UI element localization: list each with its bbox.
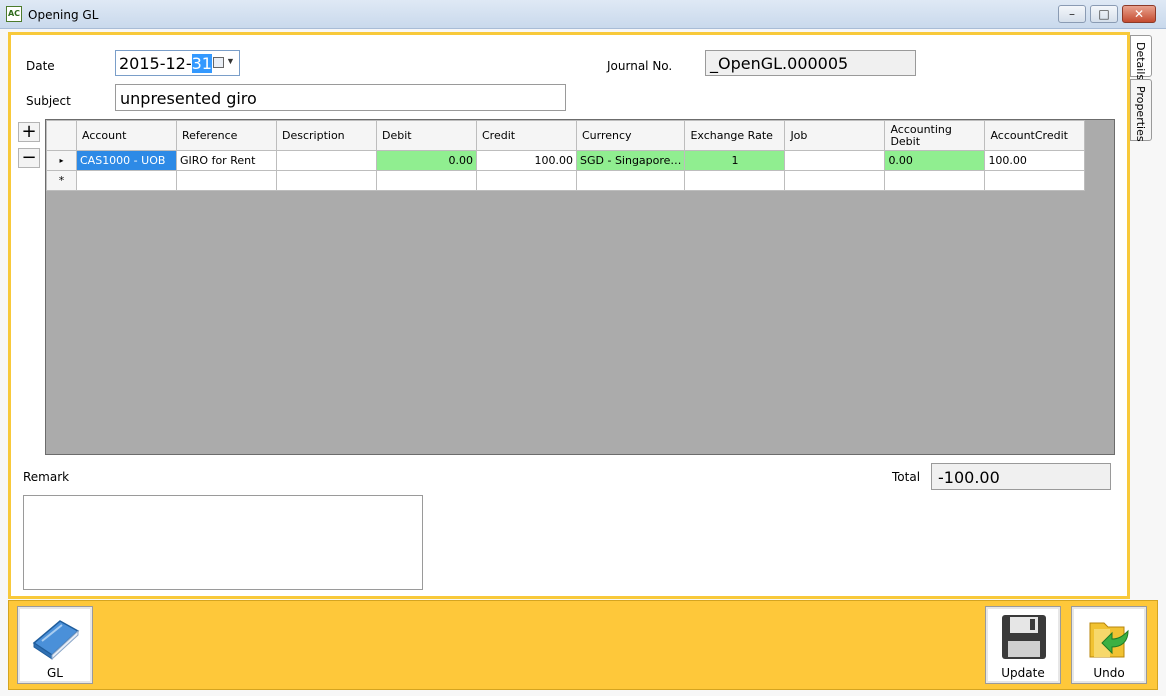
minimize-button[interactable]: –	[1058, 5, 1086, 23]
total-value: -100.00	[938, 468, 1000, 487]
close-button[interactable]: ✕	[1122, 5, 1156, 23]
gl-button-label: GL	[47, 666, 63, 680]
title-bar: AC Opening GL – □ ✕	[0, 0, 1166, 29]
row-header-corner	[46, 120, 77, 151]
journal-value: _OpenGL.000005	[710, 54, 849, 73]
cell-accounting-debit[interactable]: 0.00	[884, 150, 986, 171]
cell-debit[interactable]: 0.00	[376, 150, 477, 171]
date-label: Date	[26, 59, 55, 73]
action-bar: GL Update Undo	[8, 600, 1158, 690]
new-cell[interactable]	[575, 170, 686, 191]
undo-button[interactable]: Undo	[1071, 606, 1147, 684]
new-cell[interactable]	[376, 170, 477, 191]
window-title: Opening GL	[28, 8, 99, 22]
tab-details[interactable]: Details	[1130, 35, 1152, 81]
row-indicator[interactable]: ▸	[46, 150, 77, 171]
col-header-reference[interactable]: Reference	[176, 120, 277, 151]
subject-value: unpresented giro	[120, 89, 257, 108]
minimize-icon: –	[1069, 7, 1075, 21]
col-header-exchange-rate[interactable]: Exchange Rate	[684, 120, 786, 151]
save-icon	[1002, 615, 1046, 659]
calendar-icon[interactable]	[213, 57, 224, 68]
new-cell[interactable]	[984, 170, 1086, 191]
gl-button[interactable]: GL	[17, 606, 93, 684]
window-body: Date 2015-12-31 ▼ Subject unpresented gi…	[0, 29, 1166, 696]
new-cell[interactable]	[276, 170, 377, 191]
cell-credit[interactable]: 100.00	[476, 150, 577, 171]
chevron-down-icon[interactable]: ▼	[226, 56, 235, 66]
col-header-job[interactable]: Job	[784, 120, 886, 151]
tab-properties[interactable]: Properties	[1130, 79, 1152, 142]
col-header-currency[interactable]: Currency	[575, 120, 686, 151]
update-button-label: Update	[1001, 666, 1045, 680]
side-tabs: Details Properties	[1130, 35, 1152, 599]
cell-description[interactable]	[276, 150, 377, 171]
new-cell[interactable]	[176, 170, 277, 191]
col-header-account[interactable]: Account	[76, 120, 177, 151]
maximize-button[interactable]: □	[1090, 5, 1118, 23]
undo-button-label: Undo	[1093, 666, 1125, 680]
total-field: -100.00	[931, 463, 1111, 490]
tab-properties-label: Properties	[1134, 86, 1147, 142]
journal-label: Journal No.	[607, 59, 673, 73]
app-icon: AC	[6, 6, 22, 22]
tab-details-label: Details	[1134, 42, 1147, 81]
remark-textarea[interactable]	[23, 495, 423, 590]
add-row-button[interactable]: +	[18, 122, 40, 142]
date-value[interactable]: 2015-12-31	[119, 54, 212, 73]
new-cell[interactable]	[76, 170, 177, 191]
col-header-accounting-debit[interactable]: Accounting Debit	[884, 120, 986, 151]
total-label: Total	[892, 470, 921, 484]
cell-exchange-rate[interactable]: 1	[684, 150, 786, 171]
remove-row-button[interactable]: −	[18, 148, 40, 168]
book-icon	[32, 620, 80, 661]
date-value-selected: 31	[191, 54, 212, 73]
date-value-prefix: 2015-12-	[119, 54, 192, 73]
new-row-indicator[interactable]: *	[46, 170, 77, 191]
new-cell[interactable]	[476, 170, 577, 191]
journal-grid[interactable]: Account Reference Description Debit Cred…	[45, 119, 1115, 455]
details-panel: Date 2015-12-31 ▼ Subject unpresented gi…	[8, 32, 1130, 599]
cell-reference[interactable]: GIRO for Rent	[176, 150, 277, 171]
subject-input[interactable]: unpresented giro	[115, 84, 566, 111]
journal-table: Account Reference Description Debit Cred…	[46, 120, 1086, 191]
cell-currency[interactable]: SGD - Singapore…	[575, 150, 686, 171]
new-cell[interactable]	[684, 170, 786, 191]
col-header-account-credit[interactable]: AccountCredit	[984, 120, 1086, 151]
journal-no-field: _OpenGL.000005	[705, 50, 916, 76]
new-cell[interactable]	[884, 170, 986, 191]
maximize-icon: □	[1098, 7, 1110, 21]
undo-folder-icon	[1089, 622, 1129, 658]
col-header-credit[interactable]: Credit	[476, 120, 577, 151]
update-button[interactable]: Update	[985, 606, 1061, 684]
grid-header-row: Account Reference Description Debit Cred…	[46, 120, 1086, 151]
new-cell[interactable]	[784, 170, 886, 191]
cell-account[interactable]: CAS1000 - UOB	[76, 150, 177, 171]
new-row[interactable]: *	[46, 170, 1086, 191]
date-picker[interactable]: 2015-12-31 ▼	[115, 50, 240, 76]
subject-label: Subject	[26, 94, 71, 108]
cell-account-credit[interactable]: 100.00	[984, 150, 1086, 171]
close-icon: ✕	[1133, 7, 1145, 21]
col-header-debit[interactable]: Debit	[376, 120, 477, 151]
remark-label: Remark	[23, 470, 70, 484]
cell-job[interactable]	[784, 150, 886, 171]
table-row[interactable]: ▸ CAS1000 - UOB GIRO for Rent 0.00 100.0…	[46, 150, 1086, 171]
col-header-description[interactable]: Description	[276, 120, 377, 151]
